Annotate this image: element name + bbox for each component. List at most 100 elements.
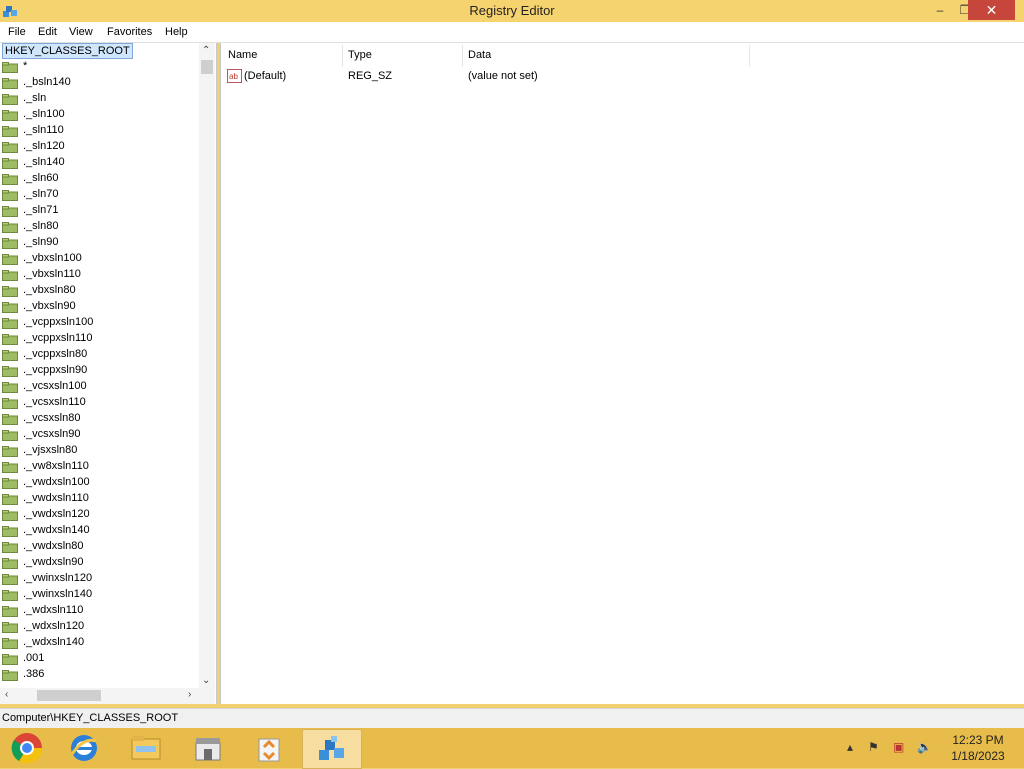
menu-file[interactable]: File bbox=[8, 26, 26, 38]
column-header-data[interactable]: Data bbox=[468, 49, 491, 61]
taskbar-file-explorer[interactable] bbox=[118, 729, 176, 767]
tree-item-label: ._sln bbox=[23, 92, 47, 104]
tree-item[interactable]: ._vbxsln110 bbox=[0, 267, 198, 283]
column-divider[interactable] bbox=[749, 45, 750, 67]
tree-item[interactable]: ._sln140 bbox=[0, 155, 198, 171]
folder-icon bbox=[2, 190, 18, 201]
tree-item[interactable]: .386 bbox=[0, 667, 198, 683]
tree-item[interactable]: ._sln60 bbox=[0, 171, 198, 187]
column-header-type[interactable]: Type bbox=[348, 49, 372, 61]
tree-item[interactable]: ._vcppxsln100 bbox=[0, 315, 198, 331]
tree-item[interactable]: ._vwdxsln100 bbox=[0, 475, 198, 491]
tree-item[interactable]: ._sln80 bbox=[0, 219, 198, 235]
tree-item[interactable]: ._sln90 bbox=[0, 235, 198, 251]
regedit-icon bbox=[319, 736, 344, 760]
network-icon[interactable]: ▣ bbox=[893, 740, 904, 754]
scroll-right-icon[interactable]: › bbox=[188, 689, 191, 700]
menu-edit[interactable]: Edit bbox=[38, 26, 57, 38]
tree-item[interactable]: ._vbxsln80 bbox=[0, 283, 198, 299]
taskbar-store[interactable] bbox=[179, 729, 237, 767]
close-button[interactable]: ✕ bbox=[968, 0, 1015, 20]
tree-item[interactable]: ._vcppxsln80 bbox=[0, 347, 198, 363]
tree-item[interactable]: ._sln bbox=[0, 91, 198, 107]
tree-item[interactable]: ._vwdxsln110 bbox=[0, 491, 198, 507]
window-title: Registry Editor bbox=[469, 3, 555, 18]
folder-icon bbox=[2, 270, 18, 281]
tree-item-label: ._vcppxsln100 bbox=[23, 316, 94, 328]
taskbar-registry-editor[interactable] bbox=[302, 729, 362, 769]
tree-item[interactable]: * bbox=[0, 59, 198, 75]
taskbar-chrome[interactable] bbox=[0, 729, 58, 767]
tree-item[interactable]: ._vcppxsln110 bbox=[0, 331, 198, 347]
scroll-down-icon[interactable]: ⌄ bbox=[202, 675, 210, 686]
tree-item-label: * bbox=[23, 60, 28, 72]
tree-item[interactable]: ._wdxsln110 bbox=[0, 603, 198, 619]
tree-item-label: ._vwdxsln140 bbox=[23, 524, 90, 536]
folder-icon bbox=[2, 286, 18, 297]
show-hidden-icons-icon[interactable]: ▴ bbox=[847, 740, 853, 754]
recycle-icon bbox=[258, 738, 280, 762]
folder-icon bbox=[2, 222, 18, 233]
tree-item[interactable]: ._wdxsln140 bbox=[0, 635, 198, 651]
tree-item[interactable]: ._vwdxsln80 bbox=[0, 539, 198, 555]
tree-item[interactable]: ._sln70 bbox=[0, 187, 198, 203]
tree-item[interactable]: ._wdxsln120 bbox=[0, 619, 198, 635]
tree-item[interactable]: ._vw8xsln110 bbox=[0, 459, 198, 475]
tree-item[interactable]: ._vwdxsln120 bbox=[0, 507, 198, 523]
value-data: (value not set) bbox=[468, 70, 538, 82]
tree-item[interactable]: ._vcsxsln90 bbox=[0, 427, 198, 443]
tree-item[interactable]: ._sln71 bbox=[0, 203, 198, 219]
tree-item[interactable]: ._vwinxsln120 bbox=[0, 571, 198, 587]
folder-icon bbox=[2, 62, 18, 73]
tree-item[interactable]: ._vjsxsln80 bbox=[0, 443, 198, 459]
minimize-button[interactable]: – bbox=[926, 0, 954, 20]
tree-item-label: ._sln70 bbox=[23, 188, 59, 200]
tree-item[interactable]: ._vcsxsln110 bbox=[0, 395, 198, 411]
tree-item[interactable]: .001 bbox=[0, 651, 198, 667]
tree-item[interactable]: ._vwdxsln90 bbox=[0, 555, 198, 571]
volume-icon[interactable]: 🔈 bbox=[917, 740, 932, 754]
folder-icon bbox=[2, 606, 18, 617]
tree-item[interactable]: ._vwinxsln140 bbox=[0, 587, 198, 603]
taskbar-internet-explorer[interactable] bbox=[57, 729, 115, 767]
ie-icon bbox=[70, 735, 97, 761]
tree-vertical-scroll-thumb[interactable] bbox=[201, 60, 213, 74]
menu-favorites[interactable]: Favorites bbox=[107, 26, 152, 38]
tree-item[interactable]: ._vcsxsln100 bbox=[0, 379, 198, 395]
column-divider[interactable] bbox=[342, 45, 343, 67]
tree-item-label: ._vbxsln80 bbox=[23, 284, 76, 296]
tree-item-label: ._sln120 bbox=[23, 140, 65, 152]
tree-item-label: ._vcppxsln90 bbox=[23, 364, 88, 376]
tree-item-label: ._wdxsln140 bbox=[23, 636, 85, 648]
registry-tree[interactable]: HKEY_CLASSES_ROOT * ._bsln140 ._sln ._sln10… bbox=[0, 43, 217, 704]
folder-icon bbox=[2, 318, 18, 329]
folder-icon bbox=[2, 334, 18, 345]
tree-item[interactable]: ._vcsxsln80 bbox=[0, 411, 198, 427]
tree-horizontal-scrollbar[interactable] bbox=[0, 688, 215, 704]
column-divider[interactable] bbox=[462, 45, 463, 67]
tree-horizontal-scroll-thumb[interactable] bbox=[37, 690, 101, 701]
tree-item[interactable]: ._sln110 bbox=[0, 123, 198, 139]
tree-vertical-scrollbar[interactable] bbox=[199, 43, 215, 688]
tree-item[interactable]: ._bsln140 bbox=[0, 75, 198, 91]
clock-time: 12:23 PM bbox=[952, 733, 1004, 747]
tree-item[interactable]: ._vbxsln100 bbox=[0, 251, 198, 267]
tree-item[interactable]: ._sln100 bbox=[0, 107, 198, 123]
tree-item[interactable]: ._sln120 bbox=[0, 139, 198, 155]
value-list[interactable] bbox=[220, 43, 1024, 704]
column-header-name[interactable]: Name bbox=[228, 49, 257, 61]
taskbar-recycle[interactable] bbox=[240, 729, 298, 767]
menu-view[interactable]: View bbox=[69, 26, 93, 38]
tree-item[interactable]: ._vcppxsln90 bbox=[0, 363, 198, 379]
tree-root-item[interactable]: HKEY_CLASSES_ROOT bbox=[0, 43, 198, 59]
tree-item-label: ._vwinxsln140 bbox=[23, 588, 93, 600]
scroll-up-icon[interactable]: ⌃ bbox=[202, 45, 210, 56]
title-bar: Registry Editor – ❐ ✕ bbox=[0, 0, 1024, 22]
scroll-left-icon[interactable]: ‹ bbox=[5, 689, 8, 700]
tree-item[interactable]: ._vbxsln90 bbox=[0, 299, 198, 315]
taskbar-clock[interactable]: 12:23 PM 1/18/2023 bbox=[946, 732, 1010, 764]
tree-item[interactable]: ._vwdxsln140 bbox=[0, 523, 198, 539]
tree-item-label: ._vwdxsln90 bbox=[23, 556, 84, 568]
menu-help[interactable]: Help bbox=[165, 26, 188, 38]
action-center-flag-icon[interactable]: ⚑ bbox=[868, 740, 879, 754]
